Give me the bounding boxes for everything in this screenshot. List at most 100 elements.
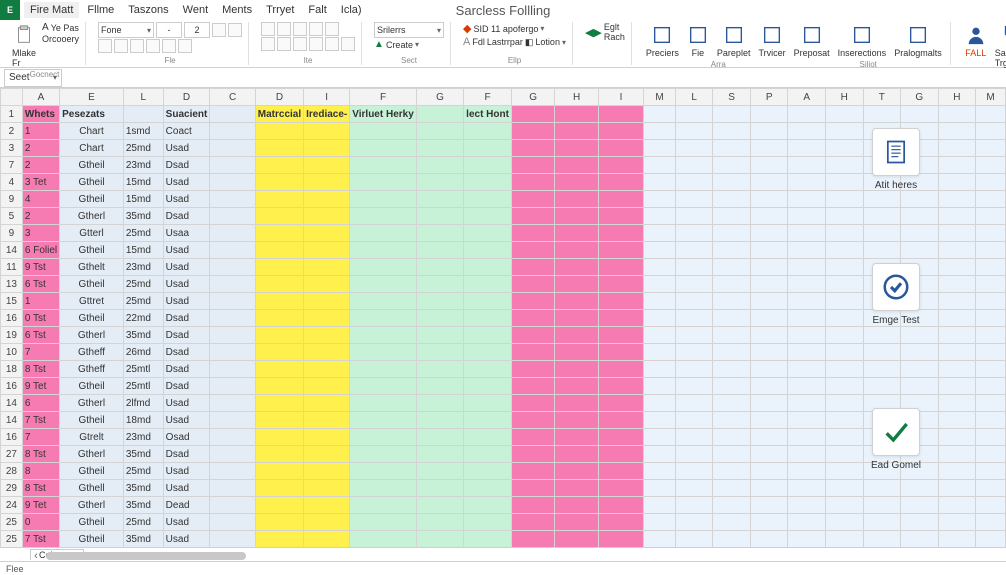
- cell[interactable]: [598, 157, 643, 174]
- col-header[interactable]: F: [464, 89, 512, 106]
- cell[interactable]: [788, 446, 826, 463]
- cell[interactable]: Suacient: [163, 106, 210, 123]
- cell[interactable]: [976, 123, 1006, 140]
- col-header[interactable]: M: [976, 89, 1006, 106]
- cell[interactable]: [901, 514, 939, 531]
- cell[interactable]: [350, 463, 417, 480]
- cell[interactable]: [863, 514, 901, 531]
- cell[interactable]: [416, 361, 463, 378]
- cell[interactable]: [644, 276, 676, 293]
- cell[interactable]: [598, 395, 643, 412]
- cell[interactable]: [350, 276, 417, 293]
- cell[interactable]: 7: [22, 344, 59, 361]
- conditional-format-button[interactable]: ◆SID 11 apofergo▾: [463, 22, 544, 35]
- cell[interactable]: [304, 531, 350, 548]
- row-header[interactable]: 28: [1, 463, 23, 480]
- cell[interactable]: [511, 327, 554, 344]
- cell[interactable]: Dsad: [163, 378, 210, 395]
- align-right-button[interactable]: [293, 37, 307, 51]
- cell[interactable]: [511, 531, 554, 548]
- cell[interactable]: [255, 174, 303, 191]
- cell[interactable]: [938, 140, 976, 157]
- col-header[interactable]: L: [675, 89, 713, 106]
- cell[interactable]: [863, 191, 901, 208]
- cell[interactable]: [825, 361, 863, 378]
- cell[interactable]: [644, 497, 676, 514]
- row-header[interactable]: 25: [1, 531, 23, 548]
- cell[interactable]: [713, 514, 751, 531]
- row-header[interactable]: 16: [1, 429, 23, 446]
- indent-dec-button[interactable]: [309, 37, 323, 51]
- cell[interactable]: [713, 497, 751, 514]
- cell[interactable]: [863, 531, 901, 548]
- col-header[interactable]: C: [210, 89, 255, 106]
- card-atit[interactable]: Atit heres: [856, 128, 936, 191]
- cell[interactable]: [210, 480, 255, 497]
- col-header[interactable]: F: [350, 89, 417, 106]
- cell[interactable]: [598, 378, 643, 395]
- cell[interactable]: [750, 276, 788, 293]
- cell[interactable]: [464, 191, 512, 208]
- cell[interactable]: [598, 106, 643, 123]
- row-header[interactable]: 9: [1, 225, 23, 242]
- cell[interactable]: [350, 412, 417, 429]
- cell[interactable]: [416, 259, 463, 276]
- row-header[interactable]: 5: [1, 208, 23, 225]
- cell[interactable]: [255, 191, 303, 208]
- cell[interactable]: [976, 259, 1006, 276]
- row-header[interactable]: 3: [1, 140, 23, 157]
- cell[interactable]: [713, 174, 751, 191]
- cell[interactable]: [598, 276, 643, 293]
- cell[interactable]: [863, 361, 901, 378]
- cell[interactable]: [644, 395, 676, 412]
- cell[interactable]: [416, 157, 463, 174]
- cell[interactable]: [901, 361, 939, 378]
- cell[interactable]: Gthell: [60, 480, 124, 497]
- bold-button[interactable]: [98, 39, 112, 53]
- cell[interactable]: [788, 480, 826, 497]
- cell[interactable]: [713, 140, 751, 157]
- cell[interactable]: [511, 191, 554, 208]
- cell[interactable]: Virluet Herky: [350, 106, 417, 123]
- cell[interactable]: [416, 531, 463, 548]
- cell[interactable]: [644, 140, 676, 157]
- cell[interactable]: 2: [22, 157, 59, 174]
- cell[interactable]: [976, 497, 1006, 514]
- cell[interactable]: Usad: [163, 242, 210, 259]
- cell[interactable]: [511, 174, 554, 191]
- cell[interactable]: [255, 327, 303, 344]
- cell[interactable]: [788, 225, 826, 242]
- cell[interactable]: [675, 378, 713, 395]
- col-header[interactable]: H: [555, 89, 598, 106]
- cell[interactable]: [555, 191, 598, 208]
- cell[interactable]: [555, 480, 598, 497]
- cell[interactable]: [901, 191, 939, 208]
- grow-font-button[interactable]: [212, 23, 226, 37]
- italic-button[interactable]: [114, 39, 128, 53]
- cell[interactable]: 23md: [123, 157, 163, 174]
- cell[interactable]: [713, 480, 751, 497]
- cell[interactable]: [976, 157, 1006, 174]
- cell[interactable]: [863, 106, 901, 123]
- cell[interactable]: [255, 225, 303, 242]
- cell[interactable]: [750, 463, 788, 480]
- cell[interactable]: [210, 259, 255, 276]
- cell[interactable]: [464, 514, 512, 531]
- cut-button[interactable]: AYe Pas: [42, 22, 79, 33]
- cell[interactable]: [713, 293, 751, 310]
- sankless-button[interactable]: SanKless Trgs: [993, 22, 1006, 70]
- cell[interactable]: Gtherl: [60, 497, 124, 514]
- cell[interactable]: [123, 106, 163, 123]
- cell[interactable]: Whets: [22, 106, 59, 123]
- row-header[interactable]: 1: [1, 106, 23, 123]
- cell[interactable]: [416, 429, 463, 446]
- menu-tab-firematt[interactable]: Fire Matt: [24, 2, 79, 18]
- cell[interactable]: 23md: [123, 259, 163, 276]
- cell[interactable]: [210, 174, 255, 191]
- cell[interactable]: [555, 208, 598, 225]
- cell[interactable]: [304, 361, 350, 378]
- cell[interactable]: [938, 276, 976, 293]
- row-header[interactable]: 18: [1, 361, 23, 378]
- col-header[interactable]: A: [22, 89, 59, 106]
- cell[interactable]: Gtheil: [60, 412, 124, 429]
